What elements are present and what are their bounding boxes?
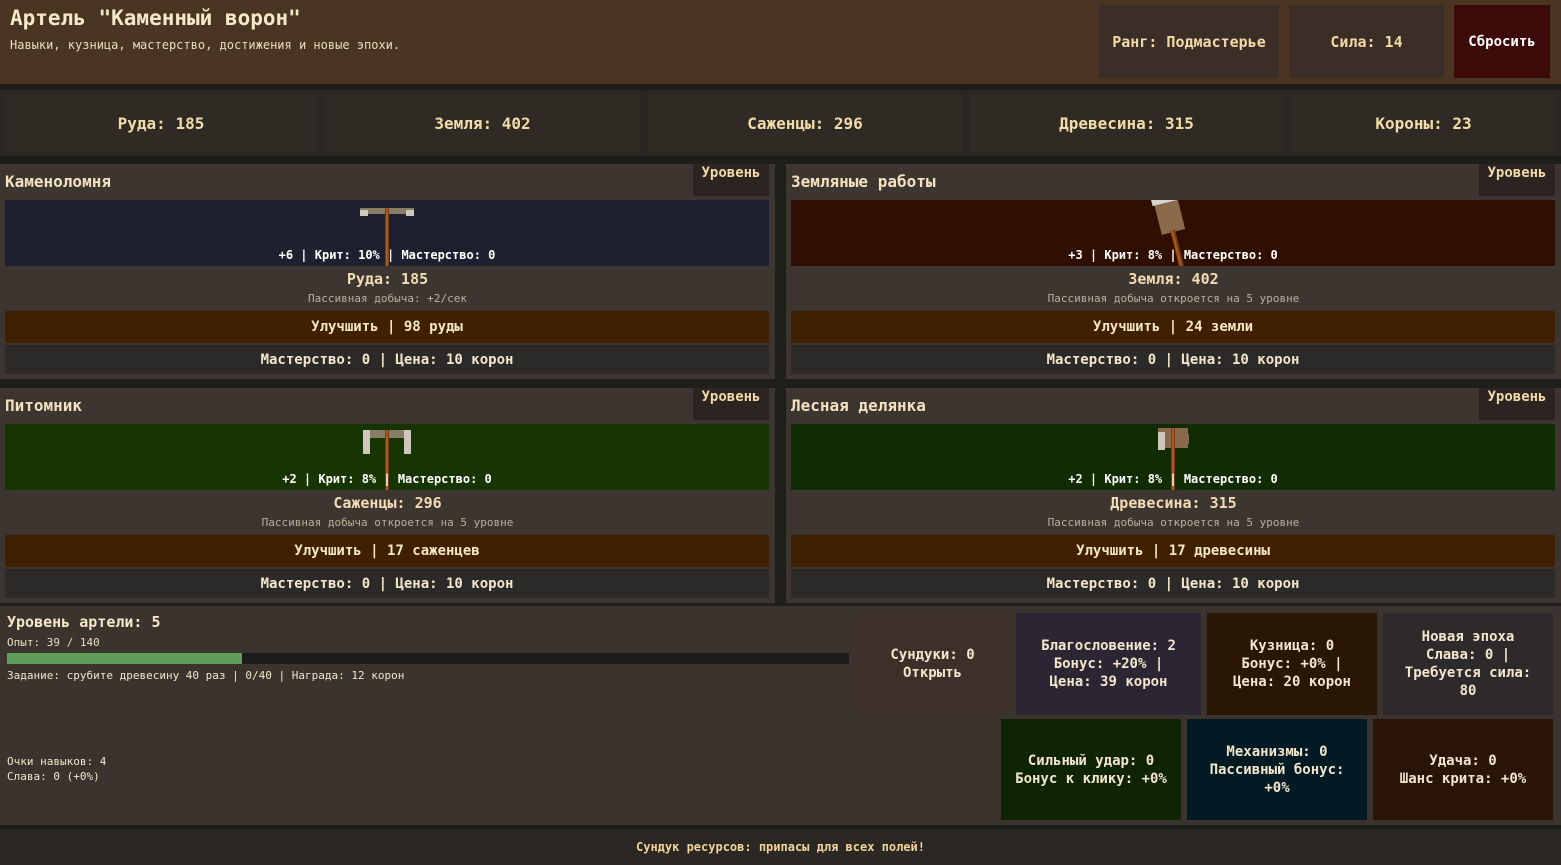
field-stats: +2 | Крит: 8% | Мастерство: 0 [1068,472,1278,486]
card-line: Новая эпоха [1421,629,1515,645]
resource-wood: Древесина: 315 [970,95,1283,152]
card-line: Пассивный бонус: [1209,761,1345,778]
blessing-button[interactable]: Благословение: 2 Бонус: +20% | Цена: 39 … [1016,613,1201,715]
skill-points: Очки навыков: 4 [7,755,107,768]
mastery-button[interactable]: Мастерство: 0 | Цена: 10 корон [791,345,1555,374]
skill-luck[interactable]: Удача: 0 Шанс крита: +0% [1373,719,1553,820]
level-tab[interactable]: Уровень [693,164,769,196]
resource-earth: Земля: 402 [325,95,640,152]
mastery-button[interactable]: Мастерство: 0 | Цена: 10 корон [791,569,1555,598]
click-field[interactable]: +2 | Крит: 8% | Мастерство: 0 [791,424,1555,490]
footer-banner[interactable]: Сундук ресурсов: припасы для всех полей! [0,829,1561,865]
card-line: Требуется сила: [1404,665,1532,681]
field-panel-earthworks: Земляные работы Уровень +3 | Крит: 8% | … [786,164,1561,379]
field-panel-quarry: Каменоломня Уровень +6 | Крит: 10% | Мас… [0,164,775,379]
card-line: Благословение: 2 [1041,638,1176,654]
field-stats: +2 | Крит: 8% | Мастерство: 0 [282,472,492,486]
chests-button[interactable]: Сундуки: 0 Открыть [855,613,1010,715]
field-stats: +3 | Крит: 8% | Мастерство: 0 [1068,248,1278,262]
card-line: Механизмы: 0 [1226,743,1328,760]
field-amount: Древесина: 315 [1110,494,1237,512]
field-amount: Саженцы: 296 [333,494,442,512]
click-field[interactable]: +6 | Крит: 10% | Мастерство: 0 [5,200,769,266]
new-epoch-button[interactable]: Новая эпоха Слава: 0 | Требуется сила: 8… [1383,613,1553,715]
field-panel-forest: Лесная делянка Уровень +2 | Крит: 8% | М… [786,388,1561,603]
click-field[interactable]: +3 | Крит: 8% | Мастерство: 0 [791,200,1555,266]
field-title: Каменоломня [5,172,111,191]
card-line: Удача: 0 [1429,752,1497,769]
upgrade-button[interactable]: Улучшить | 17 саженцев [5,535,769,567]
card-line: 80 [1459,683,1477,699]
card-line: Открыть [902,665,962,681]
forge-button[interactable]: Кузница: 0 Бонус: +0% | Цена: 20 корон [1207,613,1377,715]
game-title: Артель "Каменный ворон" [10,6,301,30]
level-tab[interactable]: Уровень [1479,164,1555,196]
card-line: Бонус: +0% | [1241,656,1343,672]
skill-mechanisms[interactable]: Механизмы: 0 Пассивный бонус: +0% [1187,719,1367,820]
field-title: Лесная делянка [791,396,926,415]
mastery-button[interactable]: Мастерство: 0 | Цена: 10 корон [5,569,769,598]
field-amount: Руда: 185 [346,270,429,288]
card-line: Слава: 0 | [1425,647,1511,663]
field-amount: Земля: 402 [1128,270,1219,288]
card-line: Цена: 39 корон [1049,674,1168,690]
resource-ore: Руда: 185 [5,95,317,152]
upgrade-button[interactable]: Улучшить | 24 земли [791,311,1555,343]
exp-label: Опыт: 39 / 140 [7,636,100,649]
card-line: Сундуки: 0 [890,647,975,663]
field-stats: +6 | Крит: 10% | Мастерство: 0 [278,248,496,262]
power-display: Сила: 14 [1289,5,1444,78]
field-title: Земляные работы [791,172,936,191]
artel-level: Уровень артели: 5 [7,613,161,631]
click-field[interactable]: +2 | Крит: 8% | Мастерство: 0 [5,424,769,490]
passive-info: Пассивная добыча откроется на 5 уровне [1047,516,1300,529]
card-line: Бонус: +20% | [1053,656,1164,672]
skill-strong-hit[interactable]: Сильный удар: 0 Бонус к клику: +0% [1001,719,1181,820]
card-line: Сильный удар: 0 [1027,752,1155,769]
field-panel-nursery: Питомник Уровень +2 | Крит: 8% | Мастерс… [0,388,775,603]
task-label: Задание: срубите древесину 40 раз | 0/40… [7,669,405,682]
glory-label: Слава: 0 (+0%) [7,770,100,783]
game-subtitle: Навыки, кузница, мастерство, достижения … [10,38,401,52]
mastery-button[interactable]: Мастерство: 0 | Цена: 10 корон [5,345,769,374]
level-tab[interactable]: Уровень [693,388,769,420]
card-line: Кузница: 0 [1249,638,1335,654]
field-title: Питомник [5,396,83,415]
rank-display: Ранг: Подмастерье [1099,5,1279,78]
card-line: +0% [1264,779,1290,796]
resource-crowns: Короны: 23 [1291,95,1556,152]
level-tab[interactable]: Уровень [1479,388,1555,420]
resource-saplings: Саженцы: 296 [648,95,962,152]
card-line: Шанс крита: +0% [1399,770,1527,787]
upgrade-button[interactable]: Улучшить | 17 древесины [791,535,1555,567]
passive-info: Пассивная добыча: +2/сек [308,292,467,305]
card-line: Бонус к клику: +0% [1015,770,1167,787]
upgrade-button[interactable]: Улучшить | 98 руды [5,311,769,343]
passive-info: Пассивная добыча откроется на 5 уровне [261,516,514,529]
reset-button[interactable]: Сбросить [1454,5,1550,78]
passive-info: Пассивная добыча откроется на 5 уровне [1047,292,1300,305]
card-line: Цена: 20 корон [1232,674,1351,690]
xp-bar-fill [7,653,242,664]
